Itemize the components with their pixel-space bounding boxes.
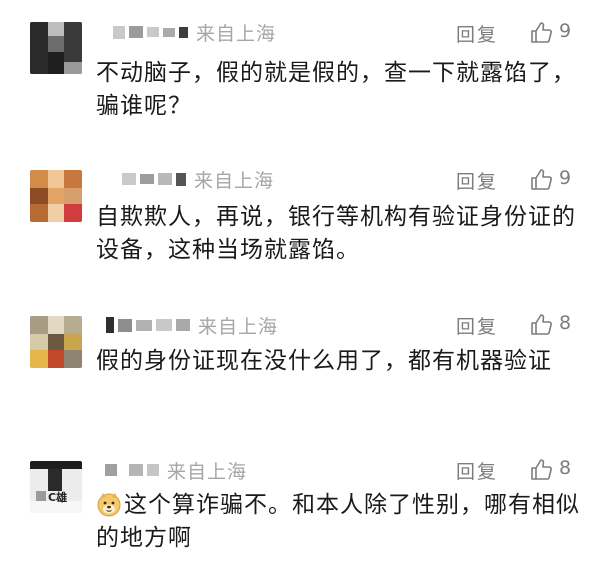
comment-meta: 来自上海 xyxy=(106,310,278,340)
username-pixelated[interactable] xyxy=(105,464,159,476)
username-pixelated[interactable] xyxy=(106,317,190,333)
reply-button[interactable]: 回复 xyxy=(456,167,498,194)
comment-meta: 来自上海 xyxy=(113,17,276,47)
comment-meta: 来自上海 xyxy=(105,455,247,485)
avatar-text: C雄 xyxy=(48,491,68,504)
thumbs-up-icon[interactable] xyxy=(529,458,553,482)
location-label: 来自上海 xyxy=(167,460,248,483)
like-count: 9 xyxy=(559,167,572,189)
avatar[interactable]: C雄 xyxy=(30,461,82,513)
username-pixelated[interactable] xyxy=(113,25,188,39)
comment-text: 自欺欺人，再说，银行等机构有验证身份证的设备，这种当场就露馅。 xyxy=(96,204,576,263)
like-count: 9 xyxy=(559,20,572,42)
comment-meta: 来自上海 xyxy=(122,164,274,194)
comment-text: 假的身份证现在没什么用了，都有机器验证 xyxy=(96,348,552,374)
reply-button[interactable]: 回复 xyxy=(456,457,498,484)
comment-text-body: 这个算诈骗不。和本人除了性别，哪有相似的地方啊 xyxy=(96,492,580,551)
like-count: 8 xyxy=(559,457,572,479)
thumbs-up-icon[interactable] xyxy=(529,313,553,337)
username-pixelated[interactable] xyxy=(122,172,186,186)
thumbs-up-icon[interactable] xyxy=(529,21,553,45)
comment-text: 不动脑子，假的就是假的，查一下就露馅了，骗谁呢？ xyxy=(96,60,576,119)
comment-text: 这个算诈骗不。和本人除了性别，哪有相似的地方啊 xyxy=(96,489,581,555)
avatar[interactable] xyxy=(30,316,82,368)
like-count: 8 xyxy=(559,312,572,334)
avatar[interactable] xyxy=(30,22,82,74)
reply-button[interactable]: 回复 xyxy=(456,20,498,47)
reply-button[interactable]: 回复 xyxy=(456,312,498,339)
thumbs-up-icon[interactable] xyxy=(529,168,553,192)
location-label: 来自上海 xyxy=(196,22,277,45)
location-label: 来自上海 xyxy=(194,169,275,192)
doge-emoji-icon xyxy=(97,493,121,517)
location-label: 来自上海 xyxy=(198,315,279,338)
avatar[interactable] xyxy=(30,170,82,222)
